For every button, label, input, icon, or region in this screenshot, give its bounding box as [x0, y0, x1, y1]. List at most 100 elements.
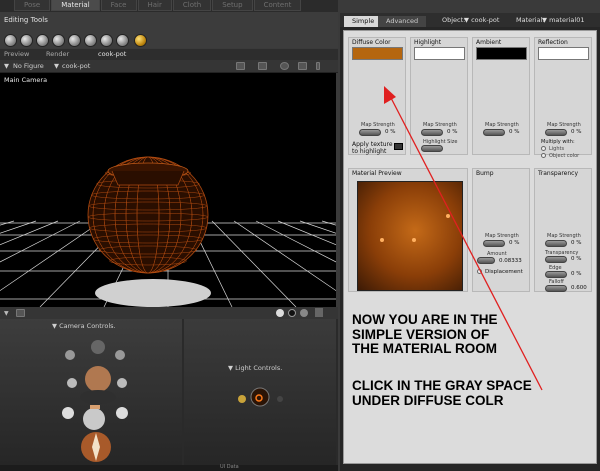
layout-icon[interactable] — [258, 62, 267, 70]
grouping-tool-icon[interactable] — [134, 34, 147, 47]
room-tab-content[interactable]: Content — [253, 0, 302, 11]
ambient-color-swatch[interactable] — [476, 47, 527, 60]
tab-render[interactable]: Render — [46, 50, 69, 58]
ground-shadow — [95, 279, 211, 307]
camera-controls-panel: ▼ Camera Controls. — [0, 319, 182, 465]
transparency-map-strength-dial[interactable] — [545, 240, 567, 247]
translate-tool-icon[interactable] — [36, 34, 49, 47]
ambient-slot[interactable]: Ambient Map Strength 0 % — [472, 37, 530, 155]
map-strength-label: Map Strength — [361, 122, 395, 128]
camera-view-icon[interactable] — [236, 62, 245, 70]
room-tab-setup[interactable]: Setup — [212, 0, 253, 11]
reflection-map-strength-dial[interactable] — [545, 129, 567, 136]
reflection-slot[interactable]: Reflection Map Strength 0 % Multiply wit… — [534, 37, 592, 159]
editing-tools-title: Editing Tools — [4, 16, 48, 24]
map-strength-label: Map Strength — [547, 233, 581, 239]
reflection-title: Reflection — [538, 39, 568, 46]
options-icon[interactable] — [316, 62, 320, 70]
ambient-map-strength-dial[interactable] — [483, 129, 505, 136]
apply-texture-button[interactable] — [394, 143, 403, 150]
preview-dot-2[interactable] — [288, 309, 296, 317]
material-preview-title: Material Preview — [352, 170, 402, 177]
ambient-title: Ambient — [476, 39, 502, 46]
chevron-down-icon: ▼ — [54, 62, 59, 70]
material-sheet: Diffuse Color Map Strength 0 % Apply tex… — [343, 30, 597, 464]
reflection-map-value: 0 % — [571, 129, 582, 135]
falloff-dial[interactable] — [545, 285, 567, 292]
highlight-slot[interactable]: Highlight Map Strength 0 % Highlight Siz… — [410, 37, 468, 155]
rotate-tool-icon[interactable] — [4, 34, 17, 47]
scale-tool-icon[interactable] — [52, 34, 65, 47]
editing-tools-panel: Editing Tools — [0, 12, 338, 48]
reflection-color-swatch[interactable] — [538, 47, 589, 60]
highlight-map-strength-dial[interactable] — [421, 129, 443, 136]
camera-controls-label: ▼ Camera Controls. — [52, 322, 116, 330]
displacement-checkbox[interactable] — [477, 269, 482, 274]
room-tab-face[interactable]: Face — [100, 0, 137, 11]
tab-advanced[interactable]: Advanced — [378, 16, 427, 27]
diffuse-color-slot[interactable]: Diffuse Color Map Strength 0 % — [348, 37, 406, 155]
diffuse-map-strength-dial[interactable] — [359, 129, 381, 136]
highlight-size-dial[interactable] — [421, 145, 443, 152]
taper-tool-icon[interactable] — [68, 34, 81, 47]
ambient-map-value: 0 % — [509, 129, 520, 135]
transparency-title: Transparency — [538, 170, 579, 177]
room-tab-cloth[interactable]: Cloth — [172, 0, 212, 11]
material-selector[interactable]: ▼ material01 — [542, 16, 584, 24]
preview-dot-1[interactable] — [276, 309, 284, 317]
display-style-icon[interactable] — [298, 62, 307, 70]
diffuse-color-swatch[interactable] — [352, 47, 403, 60]
view-icon[interactable] — [16, 309, 25, 317]
multiply-with-label: Multiply with: — [541, 139, 575, 145]
preview-tabs: Preview Render cook-pot — [0, 49, 338, 60]
edge-dial[interactable] — [545, 271, 567, 278]
tab-simple[interactable]: Simple — [344, 16, 383, 27]
figure-selector[interactable]: No Figure — [13, 62, 44, 70]
chevron-down-icon[interactable]: ▼ — [4, 310, 9, 317]
render-style-icon[interactable] — [280, 62, 289, 70]
bump-map-strength-dial[interactable] — [483, 240, 505, 247]
camera-name: Main Camera — [4, 76, 48, 84]
light-controls-label: ▼ Light Controls. — [228, 364, 283, 372]
collapse-icon[interactable] — [315, 308, 323, 317]
camera-control-widgets[interactable] — [50, 331, 140, 465]
material-preview-image[interactable] — [357, 181, 463, 291]
light-globe-widget[interactable] — [236, 383, 296, 413]
tab-preview[interactable]: Preview — [4, 50, 29, 58]
view-magnifier-icon[interactable] — [100, 34, 113, 47]
multiply-object-color-radio[interactable] — [541, 153, 546, 158]
material-panel-header: Simple Advanced Object: ▼ cook-pot Mater… — [340, 13, 600, 27]
document-viewport[interactable]: Main Camera — [0, 73, 336, 307]
displacement-label: Displacement — [485, 269, 523, 275]
room-tab-pose[interactable]: Pose — [14, 0, 51, 11]
transparency-value: 0 % — [571, 256, 582, 262]
room-tab-hair[interactable]: Hair — [137, 0, 172, 11]
highlight-map-value: 0 % — [447, 129, 458, 135]
chevron-down-icon: ▼ — [4, 62, 9, 70]
bump-slot[interactable]: Bump Map Strength 0 % Amount 0.08333 Dis… — [472, 168, 530, 292]
twist-tool-icon[interactable] — [20, 34, 33, 47]
map-strength-label: Map Strength — [547, 122, 581, 128]
multiply-lights-radio[interactable] — [541, 146, 546, 151]
map-strength-label: Map Strength — [485, 122, 519, 128]
map-strength-label: Map Strength — [485, 233, 519, 239]
actor-selector[interactable]: cook-pot — [62, 62, 90, 70]
preview-bar: ▼ No Figure ▼ cook-pot — [0, 60, 338, 73]
direct-manipulation-icon[interactable] — [116, 34, 129, 47]
preview-dot-3[interactable] — [300, 309, 308, 317]
color-tool-icon[interactable] — [84, 34, 97, 47]
transparency-dial[interactable] — [545, 256, 567, 263]
amount-dial[interactable] — [477, 257, 495, 264]
apply-texture-label: Apply texture to highlight — [352, 141, 393, 155]
falloff-value: 0.600 — [571, 285, 587, 291]
object-selector[interactable]: ▼ cook-pot — [464, 16, 499, 24]
diffuse-color-title: Diffuse Color — [352, 39, 391, 46]
material-label: Material: — [516, 16, 545, 24]
highlight-color-swatch[interactable] — [414, 47, 465, 60]
light-controls-panel: ▼ Light Controls. — [184, 319, 336, 465]
room-tab-material[interactable]: Material — [51, 0, 100, 11]
transparency-map-value: 0 % — [571, 240, 582, 246]
instruction-text-1: NOW YOU ARE IN THE SIMPLE VERSION OF THE… — [352, 312, 498, 356]
bump-map-value: 0 % — [509, 240, 520, 246]
transparency-slot[interactable]: Transparency Map Strength 0 % Transparen… — [534, 168, 592, 292]
